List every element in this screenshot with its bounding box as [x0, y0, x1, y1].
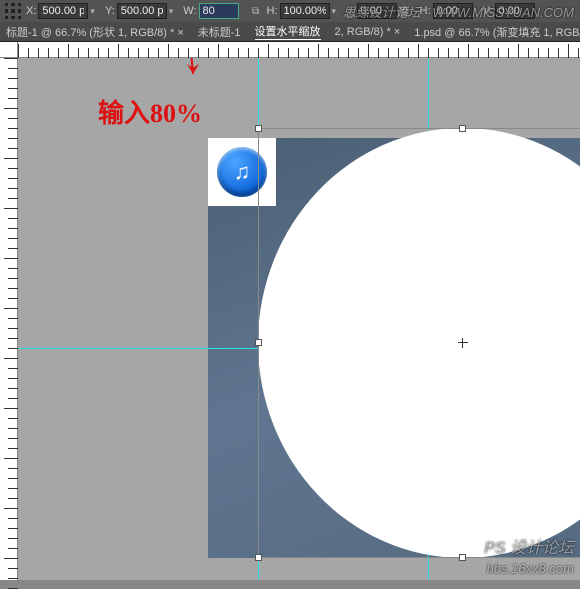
- dropdown-icon[interactable]: ▾: [90, 6, 95, 17]
- skew-h-input[interactable]: [433, 3, 473, 19]
- skew-h-label: H:: [420, 5, 431, 17]
- angle-input[interactable]: [357, 3, 397, 19]
- skew-v-label: V:: [483, 5, 493, 17]
- angle-unit: 度: [399, 3, 410, 19]
- annotation-arrow-icon: [183, 58, 207, 95]
- reference-point-grid[interactable]: [4, 2, 22, 20]
- transform-center-icon[interactable]: [458, 338, 468, 348]
- dropdown-icon[interactable]: ▾: [169, 6, 174, 17]
- ruler-origin[interactable]: [0, 42, 18, 58]
- y-input[interactable]: [117, 3, 167, 19]
- document-tab[interactable]: 未标题-1: [198, 24, 241, 40]
- document-tab[interactable]: 2, RGB/8) * ×: [335, 26, 401, 38]
- document-tabbar: 标题-1 @ 66.7% (形状 1, RGB/8) * × 未标题-1 设置水…: [0, 22, 580, 42]
- x-input[interactable]: [38, 3, 88, 19]
- transform-options-bar: X: ▾ Y: ▾ W: ⧉ H: ▾ △ 度 H: V:: [0, 0, 580, 22]
- w-label: W:: [183, 5, 196, 17]
- h-input[interactable]: [280, 3, 330, 19]
- skew-v-input[interactable]: [495, 3, 535, 19]
- transform-handle[interactable]: [459, 554, 466, 561]
- transform-handle[interactable]: [459, 125, 466, 132]
- canvas-workspace[interactable]: ♫ 输入80%: [18, 58, 580, 580]
- h-label: H:: [267, 5, 278, 17]
- x-label: X:: [26, 5, 36, 17]
- vertical-ruler[interactable]: [0, 58, 18, 580]
- transform-handle[interactable]: [255, 125, 262, 132]
- horizontal-ruler[interactable]: [18, 42, 580, 58]
- tooltip-scale-horizontal: 设置水平缩放: [255, 23, 321, 40]
- transform-handle[interactable]: [255, 554, 262, 561]
- document-tab[interactable]: 标题-1 @ 66.7% (形状 1, RGB/8) * ×: [6, 24, 184, 40]
- w-input[interactable]: [199, 3, 239, 19]
- link-aspect-icon[interactable]: ⧉: [249, 4, 263, 18]
- transform-handle[interactable]: [255, 339, 262, 346]
- document-tab[interactable]: 1.psd @ 66.7% (渐变填充 1, RGB/8) * ×: [414, 24, 580, 40]
- y-label: Y:: [105, 5, 115, 17]
- annotation-text: 输入80%: [98, 93, 202, 130]
- document-canvas: ♫: [208, 138, 580, 558]
- angle-label: △: [346, 5, 354, 18]
- dropdown-icon[interactable]: ▾: [332, 6, 337, 17]
- transform-bounding-box[interactable]: [258, 128, 580, 558]
